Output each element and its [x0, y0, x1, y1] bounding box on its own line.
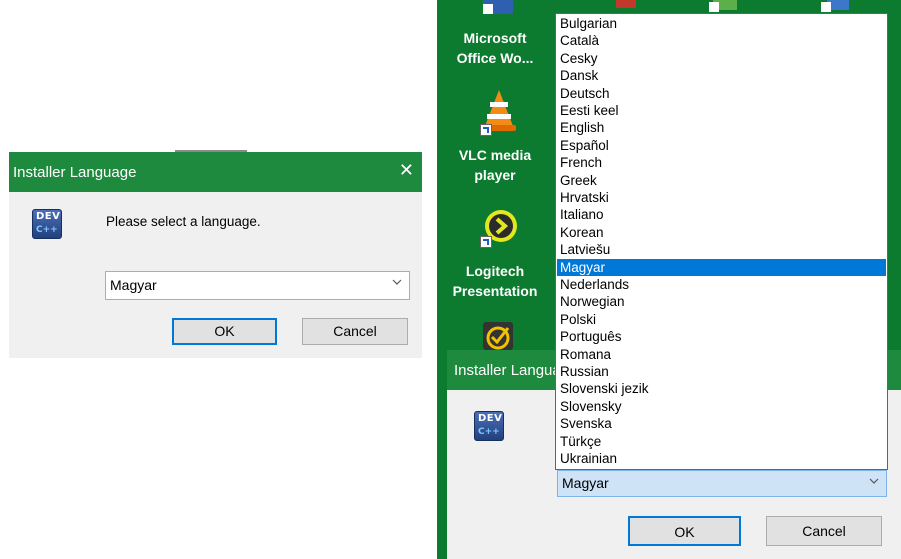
language-option[interactable]: Slovensky	[557, 398, 886, 415]
language-option[interactable]: English	[557, 119, 886, 136]
language-option[interactable]: Norwegian	[557, 293, 886, 310]
check-shield-icon[interactable]	[481, 320, 515, 350]
close-icon[interactable]: ✕	[399, 161, 414, 179]
installer-language-dialog: Installer Language ✕ DEV C++ Please sele…	[9, 150, 422, 358]
language-option[interactable]: French	[557, 154, 886, 171]
language-option[interactable]: Deutsch	[557, 85, 886, 102]
language-select[interactable]: Magyar	[105, 271, 410, 300]
language-option[interactable]: Nederlands	[557, 276, 886, 293]
language-option[interactable]: Ukrainian	[557, 450, 886, 467]
language-select-value-2: Magyar	[562, 475, 609, 491]
language-option[interactable]: Slovenski jezik	[557, 380, 886, 397]
dev-cpp-icon-2: DEV C++	[474, 411, 504, 441]
shortcut-arrow-icon-2	[480, 236, 492, 248]
language-option[interactable]: Dansk	[557, 67, 886, 84]
cancel-button-2[interactable]: Cancel	[766, 516, 882, 546]
language-select-value: Magyar	[110, 277, 157, 293]
desktop-icon-label-vlc[interactable]: VLC media player	[439, 145, 551, 185]
language-option[interactable]: Magyar	[557, 258, 886, 276]
language-dropdown-list[interactable]: Bulgarian Català Cesky Dansk Deutsch Eesti ke…	[555, 13, 888, 470]
language-option[interactable]: Hrvatski	[557, 189, 886, 206]
partial-app-icon-2[interactable]	[817, 0, 857, 14]
language-option[interactable]: Russian	[557, 363, 886, 380]
language-option[interactable]: Korean	[557, 224, 886, 241]
partial-shortcut-icon[interactable]	[477, 0, 517, 18]
language-option[interactable]: Cesky	[557, 50, 886, 67]
partial-app-icon[interactable]	[705, 0, 745, 14]
language-option[interactable]: Polski	[557, 311, 886, 328]
ok-button-2[interactable]: OK	[628, 516, 741, 546]
language-option[interactable]: Greek	[557, 172, 886, 189]
language-option[interactable]: Eesti keel	[557, 102, 886, 119]
select-language-prompt: Please select a language.	[106, 214, 261, 229]
dialog-title-bar[interactable]: Installer Language ✕	[9, 152, 422, 192]
dialog-title: Installer Language	[13, 164, 137, 181]
ok-button[interactable]: OK	[172, 318, 277, 345]
partial-red-icon[interactable]	[612, 0, 642, 10]
chevron-down-icon-2[interactable]	[868, 475, 880, 490]
language-option[interactable]: Português	[557, 328, 886, 345]
language-option[interactable]: Svenska	[557, 415, 886, 432]
desktop-icon-label-logitech[interactable]: Logitech Presentation	[439, 261, 551, 301]
language-option[interactable]: Español	[557, 137, 886, 154]
chevron-down-icon[interactable]	[391, 276, 403, 291]
language-select-2[interactable]: Magyar	[557, 470, 887, 497]
language-option[interactable]: Türkçe	[557, 433, 886, 450]
language-option[interactable]: Bulgarian	[557, 15, 886, 32]
dev-cpp-icon: DEV C++	[32, 209, 62, 239]
language-option[interactable]: Italiano	[557, 206, 886, 223]
language-option[interactable]: Català	[557, 32, 886, 49]
language-option[interactable]: Latviešu	[557, 241, 886, 258]
shortcut-arrow-icon	[480, 124, 492, 136]
language-option[interactable]: Romana	[557, 346, 886, 363]
cancel-button[interactable]: Cancel	[302, 318, 408, 345]
desktop-icon-label-word[interactable]: Microsoft Office Wo...	[439, 28, 551, 68]
